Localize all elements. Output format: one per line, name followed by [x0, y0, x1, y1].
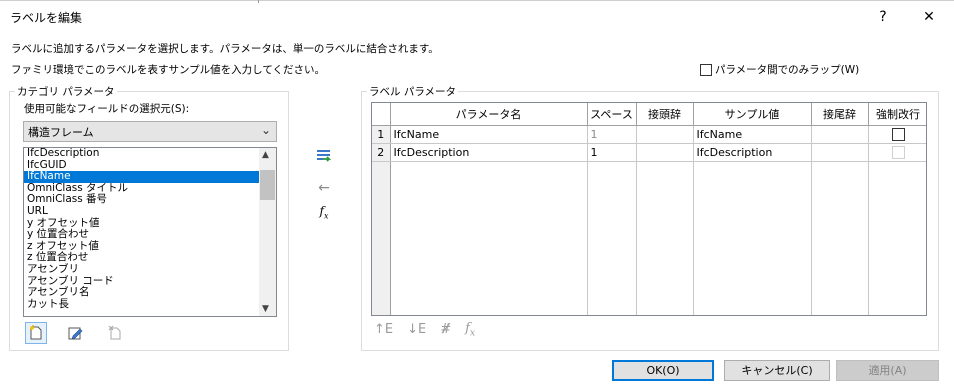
break-checkbox[interactable]	[891, 127, 905, 141]
list-item[interactable]: URL	[24, 205, 276, 218]
list-item[interactable]: IfcDescription	[24, 148, 276, 160]
fx-icon[interactable]: fx	[465, 321, 475, 339]
grid-header-corner	[372, 103, 391, 126]
grid-header-parameter-name[interactable]: パラメータ名	[390, 103, 588, 126]
grid-header-break[interactable]: 強制改行	[868, 103, 926, 126]
category-combo[interactable]: 構造フレーム ⌄	[23, 121, 277, 142]
cell-prefix[interactable]	[636, 125, 694, 144]
wrap-option[interactable]: パラメータ間でのみラップ(W)	[700, 62, 859, 77]
help-button[interactable]: ?	[866, 4, 900, 30]
table-row[interactable]: 2 IfcDescription 1 IfcDescription	[372, 143, 926, 162]
category-combo-value: 構造フレーム	[28, 126, 94, 139]
scroll-thumb[interactable]	[260, 170, 275, 200]
cell-parameter-name[interactable]: IfcDescription	[390, 143, 588, 162]
grid-header-sample-value[interactable]: サンプル値	[693, 103, 812, 126]
grid-empty-area	[372, 161, 926, 315]
scroll-down-icon[interactable]: ▼	[262, 304, 269, 314]
top-border	[0, 0, 954, 1]
grid-header-row: パラメータ名 スペース 接頭辞 サンプル値 接尾辞 強制改行	[372, 103, 926, 126]
list-item[interactable]: アセンブリ	[24, 263, 276, 276]
list-item[interactable]: OmniClass 番号	[24, 194, 276, 206]
scroll-up-icon[interactable]: ▲	[262, 150, 269, 160]
close-button[interactable]: ✕	[912, 4, 946, 30]
delete-parameter-button[interactable]	[104, 322, 126, 344]
cell-sample-value[interactable]: IfcName	[693, 125, 812, 144]
grid-toolbar: ↑E ↓E #̸ fx	[374, 321, 475, 339]
list-item[interactable]: y 位置合わせ	[24, 229, 276, 241]
apply-button[interactable]: 適用(A)	[836, 360, 939, 381]
description-line-1: ラベルに追加するパラメータを選択します。パラメータは、単一のラベルに結合されます…	[11, 43, 439, 55]
cell-suffix[interactable]	[811, 143, 869, 162]
move-up-icon[interactable]: ↑E	[374, 322, 393, 337]
cell-sample-value[interactable]: IfcDescription	[693, 143, 812, 162]
ok-button[interactable]: OK(O)	[612, 360, 714, 381]
category-parameters-label: カテゴリ パラメータ	[15, 84, 117, 99]
row-number[interactable]: 2	[372, 143, 391, 162]
wrap-checkbox[interactable]	[700, 63, 712, 76]
edit-parameter-button[interactable]	[64, 322, 86, 344]
row-number[interactable]: 1	[372, 125, 391, 144]
list-item[interactable]: アセンブリ名	[24, 287, 276, 299]
dialog-title: ラベルを編集	[10, 11, 83, 25]
description-line-2: ファミリ環境でこのラベルを表すサンプル値を入力してください。	[11, 64, 326, 76]
format-icon[interactable]: #̸	[440, 322, 451, 337]
add-parameter-button[interactable]	[313, 145, 335, 167]
formula-button[interactable]: fx	[313, 201, 335, 223]
label-parameters-label: ラベル パラメータ	[367, 84, 459, 99]
break-checkbox-disabled	[891, 145, 905, 159]
cell-suffix[interactable]	[811, 125, 869, 144]
fx-icon: fx	[319, 203, 329, 221]
top-border-mark	[258, 0, 259, 3]
cell-parameter-name[interactable]: IfcName	[390, 125, 588, 144]
list-scrollbar[interactable]: ▲ ▼	[259, 148, 276, 316]
chevron-down-icon: ⌄	[260, 123, 271, 137]
list-item[interactable]: カット長	[24, 298, 276, 311]
cell-prefix[interactable]	[636, 143, 694, 162]
grid-header-space[interactable]: スペース	[587, 103, 637, 126]
cell-space[interactable]: 1	[587, 143, 637, 162]
move-down-icon[interactable]: ↓E	[407, 322, 426, 337]
new-parameter-icon	[30, 325, 42, 340]
remove-parameter-icon: ←	[318, 180, 330, 196]
cancel-button[interactable]: キャンセル(C)	[724, 360, 830, 381]
select-from-label: 使用可能なフィールドの選択元(S):	[24, 103, 190, 115]
cell-break[interactable]	[868, 125, 926, 144]
available-fields-list[interactable]: IfcDescription IfcGUID IfcName OmniClass タイ…	[23, 147, 277, 317]
grid-header-suffix[interactable]: 接尾辞	[811, 103, 869, 126]
add-parameter-icon	[317, 150, 332, 162]
wrap-checkbox-label: パラメータ間でのみラップ(W)	[715, 64, 860, 76]
new-parameter-button[interactable]	[25, 322, 47, 344]
table-row[interactable]: 1 IfcName 1 IfcName	[372, 125, 926, 144]
edit-parameter-icon	[68, 327, 83, 340]
cell-space[interactable]: 1	[587, 125, 637, 144]
label-parameters-grid[interactable]: パラメータ名 スペース 接頭辞 サンプル値 接尾辞 強制改行 1 IfcName…	[371, 102, 927, 316]
delete-parameter-icon	[108, 325, 121, 340]
grid-header-prefix[interactable]: 接頭辞	[636, 103, 694, 126]
remove-parameter-button[interactable]: ←	[313, 177, 335, 199]
cell-break	[868, 143, 926, 162]
